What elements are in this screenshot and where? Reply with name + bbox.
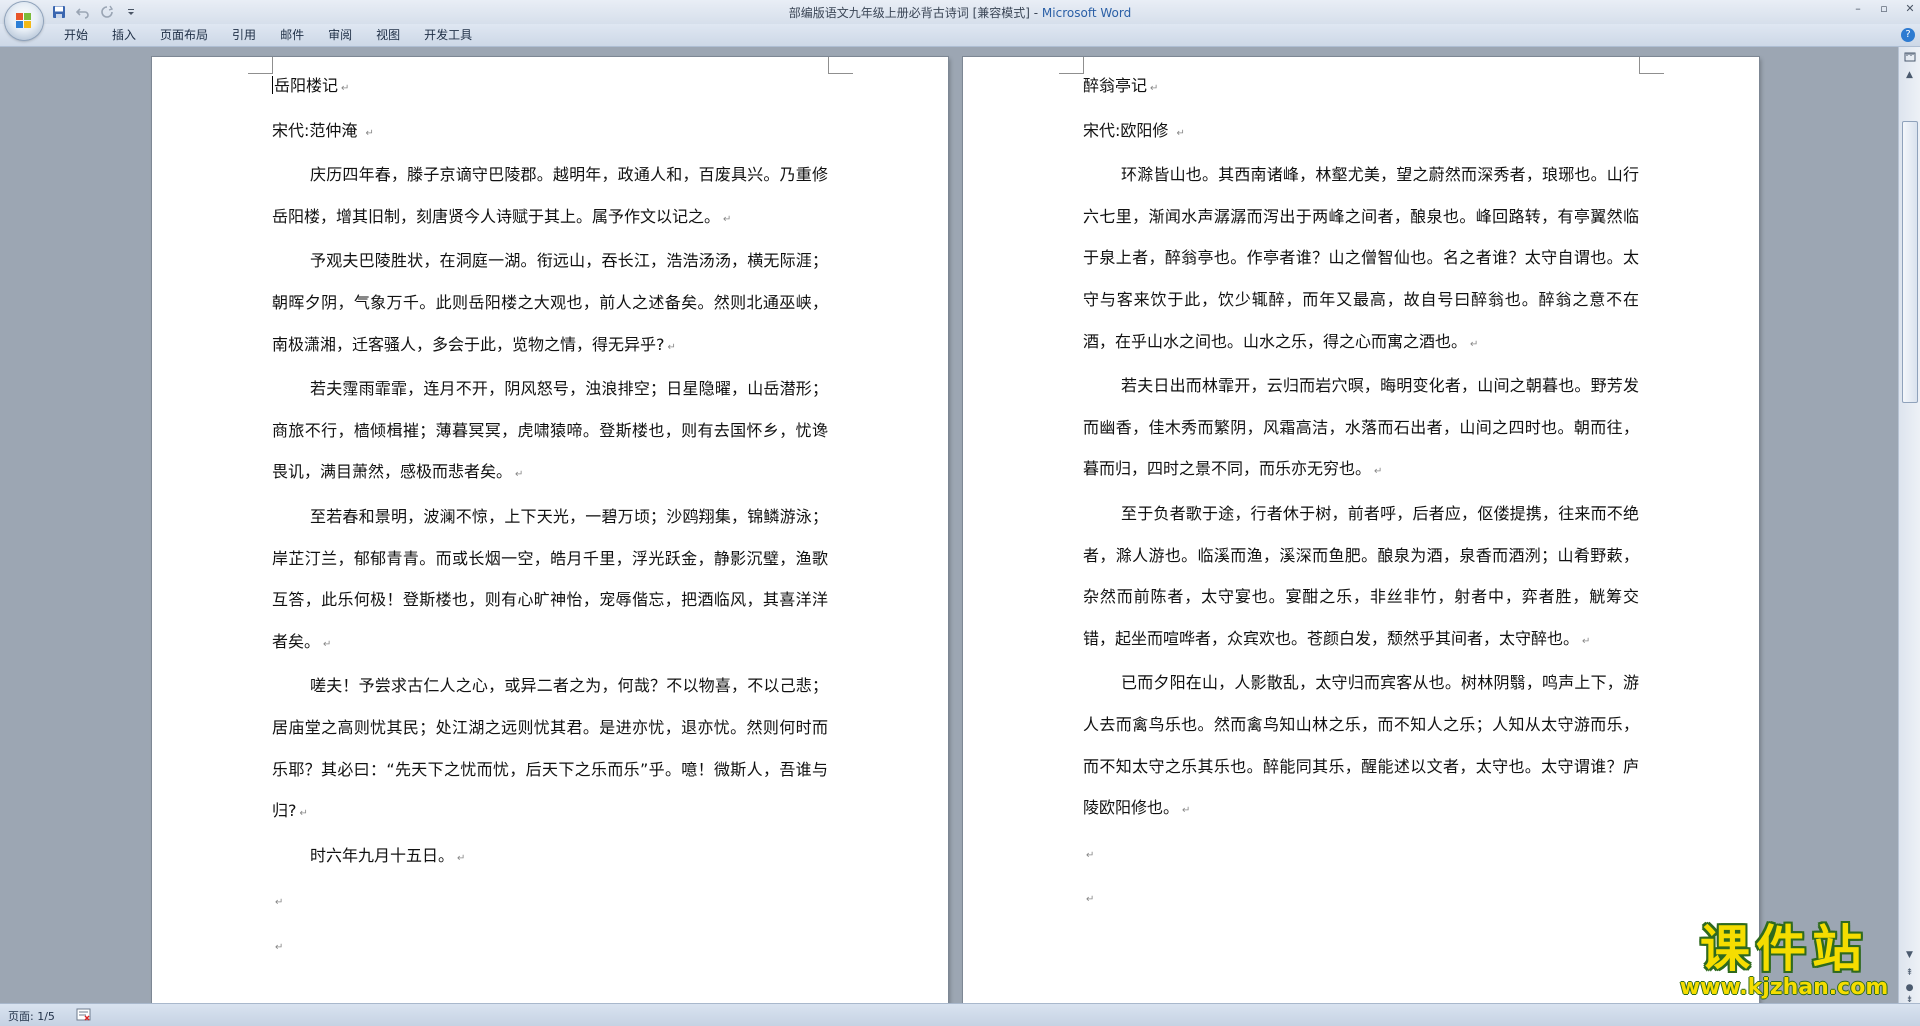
paragraph-mark-icon: ↵ [1182,805,1191,817]
paragraph[interactable]: 至若春和景明，波澜不惊，上下天光，一碧万顷；沙鸥翔集，锦鳞游泳；岸芷汀兰，郁郁青… [272,496,828,665]
crop-mark [248,57,273,74]
paragraph-mark-icon: ↵ [457,852,466,864]
poem-author[interactable]: 宋代:欧阳修 ↵ [1083,110,1639,155]
status-page-info[interactable]: 页面: 1/5 [8,1008,55,1024]
paragraph-mark-icon: ↵ [515,469,524,481]
paragraph-mark-icon: ↵ [1150,83,1159,94]
paragraph[interactable]: 嗟夫！予尝求古仁人之心，或异二者之为，何哉？不以物喜，不以己悲；居庙堂之高则忧其… [272,665,828,834]
document-title: 部编版语文九年级上册必背古诗词 [兼容模式] - [788,6,1042,20]
paragraph-mark-icon: ↵ [667,341,676,353]
vertical-scrollbar[interactable]: ▲ ▼ ⇞ ● ⇟ [1898,47,1920,1005]
watermark-url: www.kjzhan.com [1679,975,1889,1000]
paragraph-mark-icon: ↵ [1086,894,1095,906]
quick-access-toolbar [50,3,140,21]
page-1[interactable]: 岳阳楼记 ↵ 宋代:范仲淹 ↵ 庆历四年春，滕子京谪守巴陵郡。越明年，政通人和，百… [152,57,948,1003]
paragraph-mark-icon: ↵ [365,127,374,139]
window-controls: – ▫ ✕ [1852,2,1916,15]
page-2-text[interactable]: 醉翁亭记 ↵ 宋代:欧阳修 ↵ 环滁皆山也。其西南诸峰，林壑尤美，望之蔚然而深秀者… [1083,65,1639,921]
paragraph-mark-icon: ↵ [275,897,284,909]
undo-icon[interactable] [74,3,92,21]
poem-title[interactable]: 醉翁亭记 ↵ [1083,65,1639,110]
tab-review[interactable]: 审阅 [316,24,364,46]
paragraph-mark-icon: ↵ [723,213,732,225]
redo-icon[interactable] [98,3,116,21]
crop-mark [828,57,853,74]
tab-page-layout[interactable]: 页面布局 [148,24,220,46]
office-button[interactable] [5,2,43,40]
empty-paragraph[interactable]: ↵ [272,924,828,969]
paragraph[interactable]: 至于负者歌于途，行者休于树，前者呼，后者应，伛偻提携，往来而不绝者，滁人游也。临… [1083,493,1639,662]
close-button[interactable]: ✕ [1904,2,1916,15]
paragraph[interactable]: 予观夫巴陵胜状，在洞庭一湖。衔远山，吞长江，浩浩汤汤，横无际涯；朝晖夕阴，气象万… [272,240,828,368]
crop-mark [1639,57,1664,74]
tab-insert[interactable]: 插入 [100,24,148,46]
crop-mark [1059,57,1084,74]
poem-author[interactable]: 宋代:范仲淹 ↵ [272,110,828,155]
page-2[interactable]: 醉翁亭记 ↵ 宋代:欧阳修 ↵ 环滁皆山也。其西南诸峰，林壑尤美，望之蔚然而深秀者… [963,57,1759,1003]
paragraph-mark-icon: ↵ [341,83,350,94]
status-bar: 页面: 1/5 [0,1003,1920,1026]
document-area: 岳阳楼记 ↵ 宋代:范仲淹 ↵ 庆历四年春，滕子京谪守巴陵郡。越明年，政通人和，百… [0,47,1898,1003]
minimize-button[interactable]: – [1852,2,1864,15]
restore-button[interactable]: ▫ [1878,2,1890,15]
paragraph-mark-icon: ↵ [1086,849,1095,861]
tab-developer[interactable]: 开发工具 [412,24,484,46]
paragraph-mark-icon: ↵ [275,941,284,953]
tab-home[interactable]: 开始 [52,24,100,46]
ribbon-tabs: 开始 插入 页面布局 引用 邮件 审阅 视图 开发工具 [52,24,484,46]
help-icon[interactable]: ? [1901,28,1915,42]
paragraph[interactable]: 若夫霪雨霏霏，连月不开，阴风怒号，浊浪排空；日星隐曜，山岳潜形；商旅不行，樯倾楫… [272,368,828,496]
title-bar: 部编版语文九年级上册必背古诗词 [兼容模式] - Microsoft Word … [0,0,1920,25]
paragraph-mark-icon: ↵ [1470,338,1479,350]
proofing-status-icon[interactable] [76,1007,92,1021]
empty-paragraph[interactable]: ↵ [1083,876,1639,921]
save-icon[interactable] [50,3,68,21]
window-title: 部编版语文九年级上册必背古诗词 [兼容模式] - Microsoft Word [0,4,1920,21]
paragraph[interactable]: 环滁皆山也。其西南诸峰，林壑尤美，望之蔚然而深秀者，琅琊也。山行六七里，渐闻水声… [1083,154,1639,365]
paragraph-mark-icon: ↵ [299,808,308,820]
ribbon: 开始 插入 页面布局 引用 邮件 审阅 视图 开发工具 ? [0,24,1920,47]
tab-references[interactable]: 引用 [220,24,268,46]
dropdown-arrow-icon[interactable] [122,3,140,21]
paragraph-mark-icon: ↵ [1582,635,1591,647]
office-logo-icon [16,13,32,29]
poem-title[interactable]: 岳阳楼记 ↵ [272,65,828,110]
scroll-thumb[interactable] [1902,121,1918,403]
previous-page-icon[interactable]: ⇞ [1902,965,1917,980]
scroll-up-icon[interactable]: ▲ [1902,67,1917,82]
paragraph[interactable]: 时六年九月十五日。 ↵ [272,835,828,880]
paragraph[interactable]: 若夫日出而林霏开，云归而岩穴暝，晦明变化者，山间之朝暮也。野芳发而幽香，佳木秀而… [1083,365,1639,493]
scroll-down-icon[interactable]: ▼ [1902,947,1917,962]
page-1-text[interactable]: 岳阳楼记 ↵ 宋代:范仲淹 ↵ 庆历四年春，滕子京谪守巴陵郡。越明年，政通人和，百… [272,65,828,968]
empty-paragraph[interactable]: ↵ [272,879,828,924]
tab-mailings[interactable]: 邮件 [268,24,316,46]
text-cursor [272,76,273,94]
empty-paragraph[interactable]: ↵ [1083,832,1639,877]
paragraph[interactable]: 已而夕阳在山，人影散乱，太守归而宾客从也。树林阴翳，鸣声上下，游人去而禽鸟乐也。… [1083,662,1639,831]
paragraph[interactable]: 庆历四年春，滕子京谪守巴陵郡。越明年，政通人和，百废具兴。乃重修岳阳楼，增其旧制… [272,154,828,240]
paragraph-mark-icon: ↵ [1176,127,1185,139]
ruler-toggle-icon[interactable] [1902,49,1917,64]
watermark-logo: 课件站 www.kjzhan.com [1668,922,1900,1004]
watermark-text: 课件站 [1700,920,1868,978]
app-name: Microsoft Word [1041,6,1132,20]
paragraph-mark-icon: ↵ [1374,466,1383,478]
paragraph-mark-icon: ↵ [323,638,332,650]
tab-view[interactable]: 视图 [364,24,412,46]
